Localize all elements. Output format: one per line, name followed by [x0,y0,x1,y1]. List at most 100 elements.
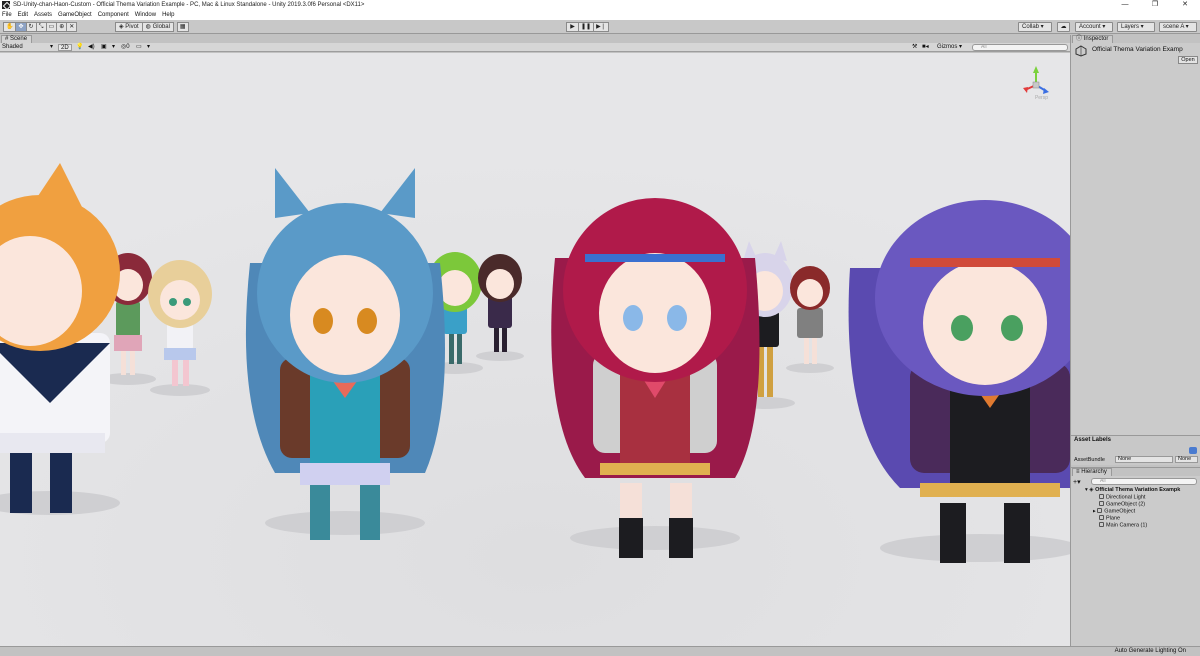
minimize-button[interactable]: — [1110,0,1140,10]
camera-settings-icon[interactable]: ▭ [136,44,142,51]
tab-inspector[interactable]: ⓘ Inspector [1072,35,1114,43]
gizmos-label: Gizmos ▾ [937,44,963,50]
hierarchy-item-gameobject-2[interactable]: GameObject (2) [1099,501,1145,508]
gameobject-icon [1099,494,1104,499]
main-toolbar: ✋ ✥ ↻ ⤡ ▭ ⊕ ✕ ◈ Pivot ◍ Global ▦ ▶ ❚❚ ▶❘… [0,20,1200,34]
camera-icon[interactable]: ■◂ [922,44,929,51]
tools-icon[interactable]: ⚒ [912,44,917,51]
gameobject-icon [1097,508,1103,513]
hand-tool-button[interactable]: ✋ [3,22,17,32]
step-icon: ▶❘ [596,24,606,30]
global-toggle[interactable]: ◍ Global [141,22,174,32]
cloud-icon: ☁ [1060,24,1067,30]
asset-labels-section: Asset Labels AssetBundle None None [1071,435,1200,465]
close-button[interactable]: ✕ [1170,0,1200,10]
inspector-object-title: Official Thema Variation Examp [1092,46,1183,53]
layers-dropdown[interactable]: Layers ▾ [1117,22,1155,32]
assetbundle-label: AssetBundle [1074,457,1105,463]
global-label: Global [152,24,170,30]
hierarchy-search-input[interactable]: All [1091,478,1197,485]
menu-component[interactable]: Component [98,12,129,18]
custom-tool-button[interactable]: ✕ [66,22,78,32]
menu-gameobject[interactable]: GameObject [58,12,92,18]
scene-control-bar: Shaded ▾ 2D 💡 ◀) ▣ ▾ ◎0 ▭ ▾ ⚒ ■◂ Gizmos … [0,43,1070,52]
menu-window[interactable]: Window [135,12,156,18]
grid-snap-button[interactable]: ▦ [176,22,189,32]
hierarchy-item-gameobject[interactable]: ▸ GameObject [1093,508,1135,515]
collapsed-arrow-icon: ▸ [1093,508,1096,515]
unity-logo-icon [2,1,10,9]
hierarchy-scene-root[interactable]: ▾ ◈ Official Thema Variation Exampk [1085,487,1180,494]
expand-arrow-icon: ▾ [1085,487,1088,493]
hierarchy-item-label: GameObject [1104,508,1136,515]
globe-icon: ◍ [145,24,151,30]
audio-toggle-icon[interactable]: ◀) [88,44,95,51]
gameobject-icon [1099,522,1104,527]
camera-chevron-icon: ▾ [147,44,151,50]
gizmos-dropdown[interactable]: Gizmos ▾ [937,44,962,51]
scene-viewport[interactable]: Persp [0,53,1070,646]
assetbundle-value: None [1118,456,1132,462]
hierarchy-panel: ≡ Hierarchy +▾ All ▾ ◈ Official Thema Va… [1071,467,1200,646]
restore-button[interactable]: ❐ [1140,0,1170,10]
inspector-panel: ⓘ Inspector Official Thema Variation Exa… [1071,35,1200,435]
scene-panel-header: # Scene [0,35,1070,43]
hidden-count: 0 [126,44,130,50]
menu-edit[interactable]: Edit [18,12,28,18]
scene-search-input[interactable]: All [972,44,1068,51]
collab-dropdown[interactable]: Collab ▾ [1018,22,1052,32]
asset-labels-title: Asset Labels [1074,437,1112,443]
status-bar: Auto Generate Lighting On [0,646,1200,656]
create-button[interactable]: +▾ [1073,478,1081,486]
unity-scene-icon: ◈ [1089,487,1094,493]
pause-button[interactable]: ❚❚ [578,22,595,32]
account-dropdown[interactable]: Account ▾ [1075,22,1113,32]
cloud-button[interactable]: ☁ [1057,22,1070,32]
transform-tools: ✋ ✥ ↻ ⤡ ▭ ⊕ ✕ [3,22,78,32]
shading-mode-dropdown[interactable]: Shaded [2,44,23,51]
lighting-toggle-icon[interactable]: 💡 [76,44,83,51]
hierarchy-item-plane[interactable]: Plane [1099,515,1120,522]
hand-icon: ✋ [6,24,14,30]
layout-dropdown[interactable]: scene A ▾ [1159,22,1197,32]
status-text: Auto Generate Lighting On [1114,648,1186,654]
2d-label: 2D [61,45,69,51]
hierarchy-item-label: Main Camera (1) [1106,522,1148,529]
transform-icon: ⊕ [59,24,65,30]
gizmo-projection-label[interactable]: Persp [1035,95,1048,101]
menu-assets[interactable]: Assets [34,12,52,18]
menu-bar: File Edit Assets GameObject Component Wi… [0,10,1200,20]
assetbundle-variant-value: None [1178,456,1192,462]
chevron-down-icon: ▾ [50,44,54,50]
hierarchy-item-main-camera[interactable]: Main Camera (1) [1099,522,1147,529]
scene-tab-label: Scene [10,36,28,42]
assetbundle-variant-dropdown[interactable]: None [1175,456,1198,463]
tab-scene[interactable]: # Scene [1,35,33,43]
hierarchy-item-directional-light[interactable]: Directional Light [1099,494,1145,501]
tab-hierarchy[interactable]: ≡ Hierarchy [1072,468,1112,476]
gameobject-icon [1099,515,1104,520]
2d-toggle[interactable]: 2D [58,44,72,51]
open-button[interactable]: Open [1178,56,1198,64]
tools-icon: ✕ [69,24,75,30]
play-controls: ▶ ❚❚ ▶❘ [566,22,609,32]
effects-toggle-icon[interactable]: ▣ [101,44,107,51]
label-tag-icon[interactable] [1189,447,1197,454]
title-bar: SD-Unity-chan-Haon-Custom - Official The… [0,0,1200,10]
assetbundle-dropdown[interactable]: None [1115,456,1173,463]
step-button[interactable]: ▶❘ [593,22,609,32]
menu-help[interactable]: Help [162,12,174,18]
grid-snap-icon: ▦ [179,24,186,30]
scene-render [0,53,1070,646]
plus-icon: +▾ [1073,479,1081,486]
window-controls: — ❐ ✕ [1110,0,1200,10]
hierarchy-item-label: GameObject (2) [1106,501,1146,508]
pivot-toggles: ◈ Pivot ◍ Global ▦ [115,22,189,32]
unity-scene-icon [1075,45,1087,57]
hidden-objects-toggle[interactable]: ◎0 [121,44,130,51]
pivot-toggle[interactable]: ◈ Pivot [115,22,143,32]
list-icon: ≡ [1076,469,1080,475]
layout-label: scene A ▾ [1163,24,1189,30]
menu-file[interactable]: File [2,12,12,18]
gameobject-icon [1099,501,1104,506]
